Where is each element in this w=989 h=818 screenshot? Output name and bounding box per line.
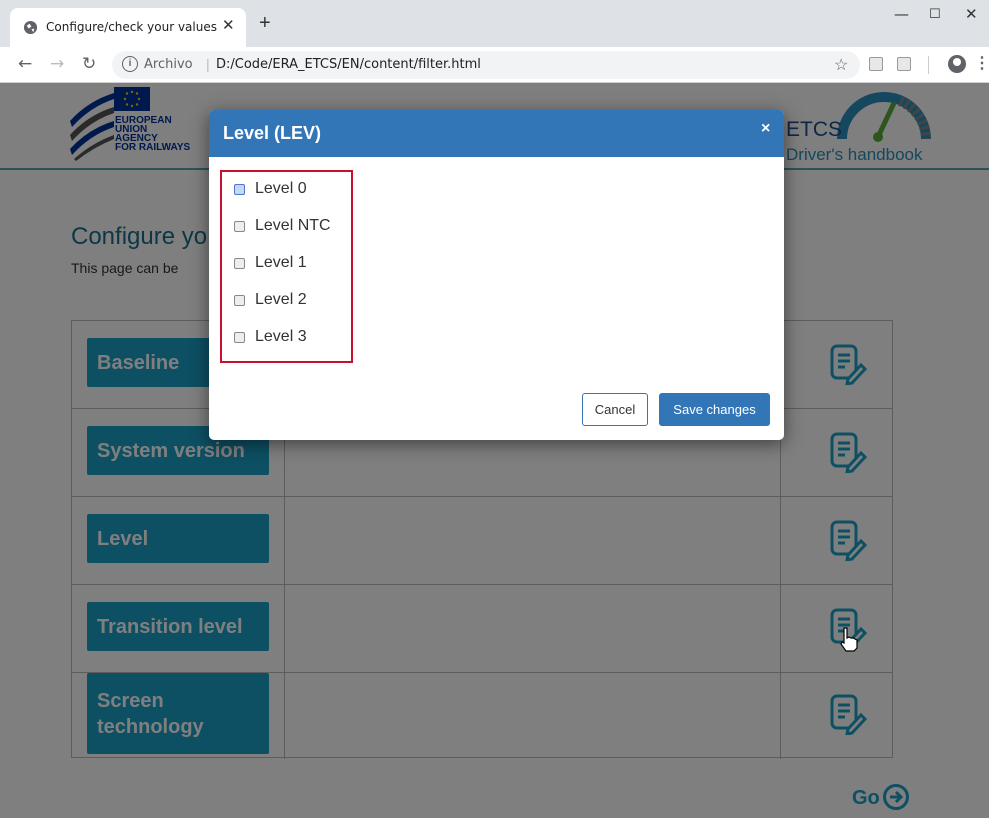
page-viewport: EUROPEAN UNION AGENCY FOR RAILWAYS ETCS … xyxy=(0,83,989,818)
browser-toolbar: ← → ↻ i Archivo | D:/Code/ERA_ETCS/EN/co… xyxy=(0,47,989,83)
minimize-icon[interactable]: — xyxy=(894,4,909,24)
level-modal: Level (LEV) × Level 0 Level NTC Level 1 xyxy=(209,110,784,440)
checkbox-level-ntc[interactable] xyxy=(234,220,245,232)
checkbox-level-2[interactable] xyxy=(234,294,245,306)
address-bar[interactable]: i Archivo | D:/Code/ERA_ETCS/EN/content/… xyxy=(112,51,860,79)
tab-title: Configure/check your values xyxy=(46,20,217,34)
checkbox-level-1[interactable] xyxy=(234,257,245,269)
option-level-0[interactable]: Level 0 xyxy=(234,178,307,200)
tab-strip: Configure/check your values ✕ + — ☐ ✕ xyxy=(0,0,989,47)
new-tab-icon[interactable]: + xyxy=(259,13,271,33)
browser-window: Configure/check your values ✕ + — ☐ ✕ ← … xyxy=(0,0,989,818)
option-label: Level 1 xyxy=(255,254,307,271)
reload-icon[interactable]: ↻ xyxy=(82,53,96,75)
menu-icon[interactable]: ⋮ xyxy=(974,54,989,74)
extension-icon[interactable] xyxy=(869,57,883,71)
info-icon[interactable]: i xyxy=(122,56,138,72)
option-level-1[interactable]: Level 1 xyxy=(234,252,307,274)
browser-tab[interactable]: Configure/check your values ✕ xyxy=(10,8,246,47)
level-options: Level 0 Level NTC Level 1 Level 2 Level … xyxy=(220,170,353,363)
option-level-3[interactable]: Level 3 xyxy=(234,326,307,348)
toolbar-divider xyxy=(928,56,929,74)
option-level-ntc[interactable]: Level NTC xyxy=(234,215,331,237)
pdf-extension-icon[interactable] xyxy=(897,57,911,71)
back-icon[interactable]: ← xyxy=(18,53,32,75)
option-label: Level 0 xyxy=(255,180,307,197)
close-icon[interactable]: × xyxy=(761,119,770,139)
window-close-icon[interactable]: ✕ xyxy=(965,4,978,24)
option-level-2[interactable]: Level 2 xyxy=(234,289,307,311)
url-text[interactable]: D:/Code/ERA_ETCS/EN/content/filter.html xyxy=(216,57,481,72)
option-label: Level 3 xyxy=(255,328,307,345)
hand-cursor-icon xyxy=(840,627,858,652)
checkbox-level-0[interactable] xyxy=(234,183,245,195)
option-label: Level NTC xyxy=(255,217,331,234)
forward-icon[interactable]: → xyxy=(50,53,64,75)
maximize-icon[interactable]: ☐ xyxy=(929,5,941,25)
url-separator: | xyxy=(206,56,210,72)
url-scheme: Archivo xyxy=(144,57,193,72)
account-icon[interactable] xyxy=(948,55,966,73)
bookmark-star-icon[interactable]: ☆ xyxy=(834,55,848,75)
tab-close-icon[interactable]: ✕ xyxy=(222,17,235,35)
globe-icon xyxy=(23,20,38,35)
option-label: Level 2 xyxy=(255,291,307,308)
modal-title: Level (LEV) xyxy=(223,123,322,143)
cancel-button[interactable]: Cancel xyxy=(582,393,648,426)
modal-header: Level (LEV) × xyxy=(209,110,784,157)
checkbox-level-3[interactable] xyxy=(234,331,245,343)
save-changes-button[interactable]: Save changes xyxy=(659,393,770,426)
